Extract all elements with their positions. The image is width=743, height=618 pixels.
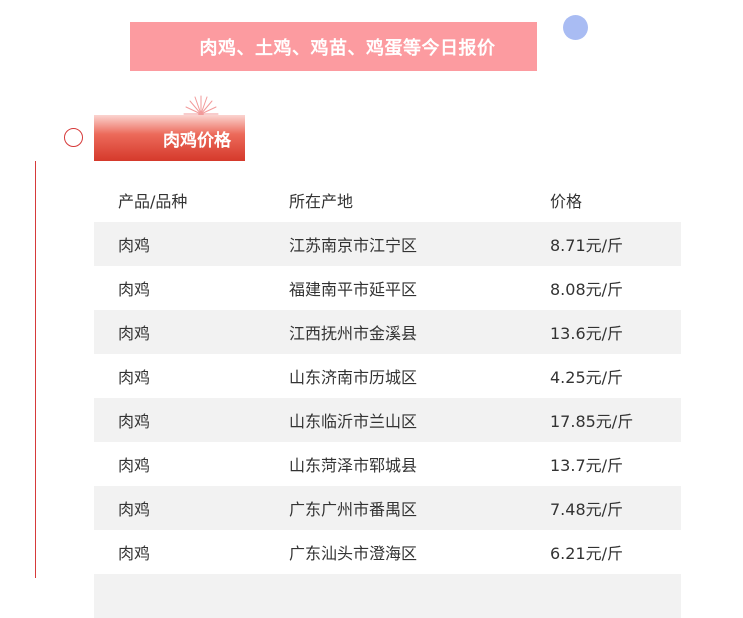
cell-product: 肉鸡 xyxy=(118,280,151,299)
cell-origin: 广东汕头市澄海区 xyxy=(289,544,418,563)
price-table: 产品/品种 所在产地 价格 肉鸡 江苏南京市江宁区 8.71元/斤 肉鸡 福建南… xyxy=(94,178,681,618)
page-banner: 肉鸡、土鸡、鸡苗、鸡蛋等今日报价 xyxy=(130,22,537,71)
banner-title: 肉鸡、土鸡、鸡苗、鸡蛋等今日报价 xyxy=(199,37,496,59)
header-price: 价格 xyxy=(550,192,583,211)
header-product: 产品/品种 xyxy=(118,192,188,211)
table-row: 肉鸡 广东汕头市澄海区 6.21元/斤 xyxy=(94,530,681,574)
table-row: 肉鸡 福建南平市延平区 8.08元/斤 xyxy=(94,266,681,310)
cell-price: 4.25元/斤 xyxy=(550,368,624,387)
table-header-row: 产品/品种 所在产地 价格 xyxy=(94,178,681,222)
cell-origin: 山东菏泽市郓城县 xyxy=(289,456,418,475)
cell-origin: 福建南平市延平区 xyxy=(289,280,418,299)
cell-origin: 山东临沂市兰山区 xyxy=(289,412,418,431)
section-marker-circle xyxy=(64,128,83,147)
cell-product: 肉鸡 xyxy=(118,368,151,387)
header-origin: 所在产地 xyxy=(289,192,354,211)
cell-origin: 江西抚州市金溪县 xyxy=(289,324,418,343)
cell-origin: 广东广州市番禺区 xyxy=(289,500,418,519)
cell-origin: 山东济南市历城区 xyxy=(289,368,418,387)
cell-price: 8.71元/斤 xyxy=(550,236,624,255)
cell-product: 肉鸡 xyxy=(118,544,151,563)
section-title: 肉鸡价格 xyxy=(94,115,245,161)
table-row: 肉鸡 广东广州市番禺区 7.48元/斤 xyxy=(94,486,681,530)
table-row: 肉鸡 江苏南京市江宁区 8.71元/斤 xyxy=(94,222,681,266)
cell-product: 肉鸡 xyxy=(118,236,151,255)
decorative-dot xyxy=(563,15,588,40)
table-row: 肉鸡 江西抚州市金溪县 13.6元/斤 xyxy=(94,310,681,354)
cell-price: 13.6元/斤 xyxy=(550,324,624,343)
cell-product: 肉鸡 xyxy=(118,456,151,475)
cell-price: 17.85元/斤 xyxy=(550,412,634,431)
cell-price: 8.08元/斤 xyxy=(550,280,624,299)
cell-product: 肉鸡 xyxy=(118,324,151,343)
table-row: 肉鸡 山东菏泽市郓城县 13.7元/斤 xyxy=(94,442,681,486)
section-title-label: 肉鸡价格 xyxy=(163,130,231,151)
cell-product: 肉鸡 xyxy=(118,412,151,431)
cell-product: 肉鸡 xyxy=(118,500,151,519)
timeline-line xyxy=(35,161,36,578)
table-row: 肉鸡 山东济南市历城区 4.25元/斤 xyxy=(94,354,681,398)
cell-price: 6.21元/斤 xyxy=(550,544,624,563)
cell-origin: 江苏南京市江宁区 xyxy=(289,236,418,255)
table-row: 肉鸡 山东临沂市兰山区 17.85元/斤 xyxy=(94,398,681,442)
cell-price: 7.48元/斤 xyxy=(550,500,624,519)
cell-price: 13.7元/斤 xyxy=(550,456,624,475)
table-row-partial xyxy=(94,574,681,618)
